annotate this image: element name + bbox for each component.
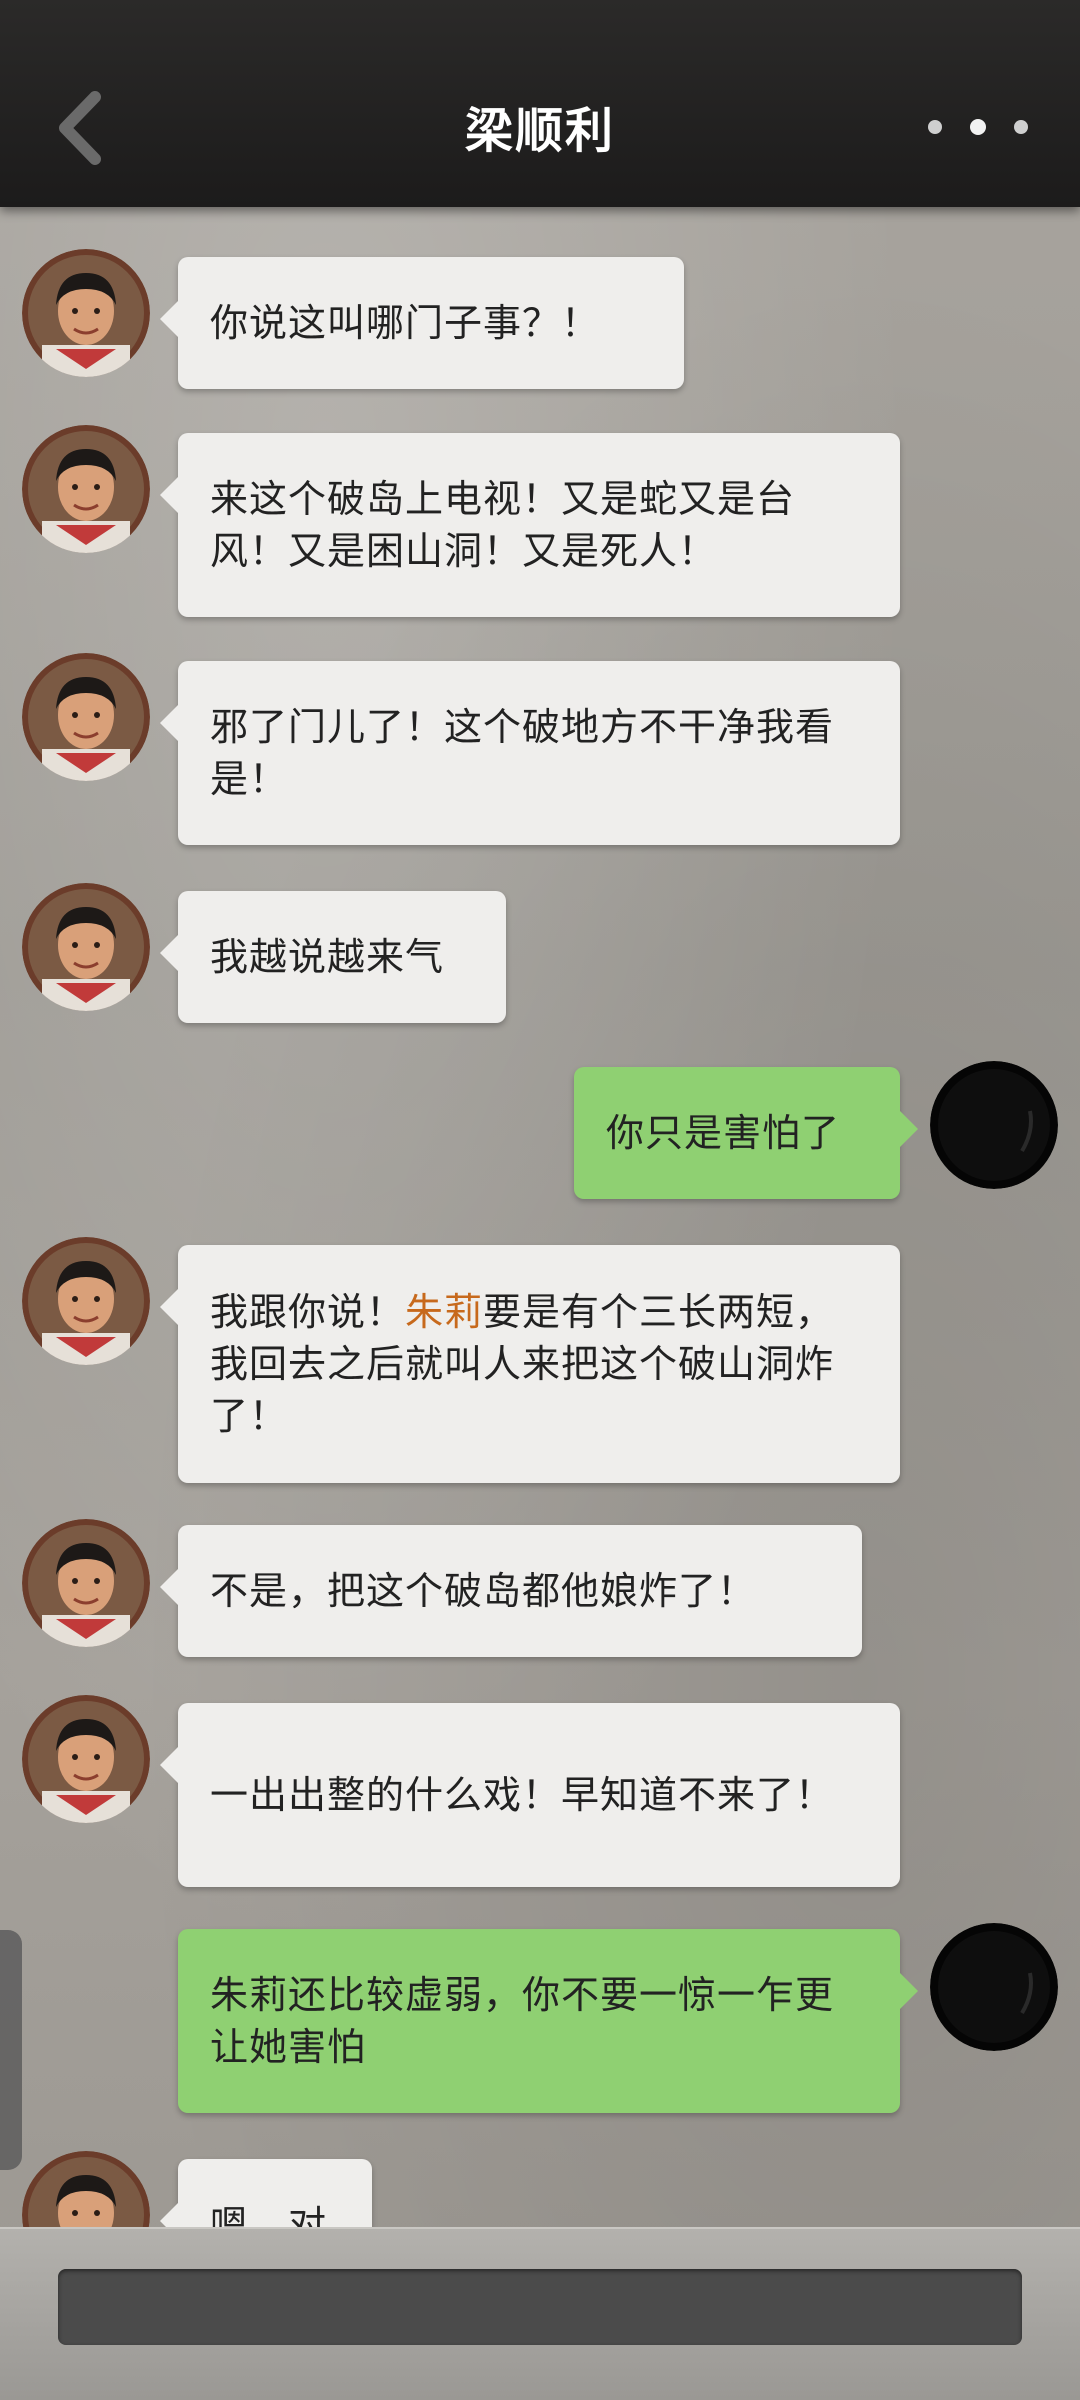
top-bar: 梁顺利 xyxy=(0,0,1080,207)
user-avatar[interactable] xyxy=(930,1923,1058,2051)
message-bubble-incoming[interactable]: 来这个破岛上电视！又是蛇又是台风！又是困山洞！又是死人！ xyxy=(160,433,900,617)
input-bar xyxy=(0,2227,1080,2400)
message-bubble-incoming[interactable]: 我越说越来气 xyxy=(160,891,506,1023)
chat-title: 梁顺利 xyxy=(464,103,615,159)
message-input[interactable] xyxy=(58,2269,1022,2345)
contact-avatar[interactable] xyxy=(22,1695,150,1823)
more-dots-icon xyxy=(928,120,942,134)
contact-avatar[interactable] xyxy=(22,653,150,781)
contact-avatar[interactable] xyxy=(22,249,150,377)
contact-avatar[interactable] xyxy=(22,1237,150,1365)
more-options-button[interactable] xyxy=(928,110,1028,144)
message-bubble-incoming[interactable]: 你说这叫哪门子事？！ xyxy=(160,257,684,389)
message-bubble-outgoing[interactable]: 你只是害怕了 xyxy=(574,1067,918,1199)
message-list[interactable]: 你说这叫哪门子事？！ 来这个破岛上电视！又是蛇又是台风！又是困山洞！又是死人！ … xyxy=(0,207,1080,2291)
message-bubble-incoming[interactable]: 我跟你说！朱莉要是有个三长两短，我回去之后就叫人来把这个破山洞炸了！ xyxy=(160,1245,900,1483)
contact-avatar[interactable] xyxy=(22,1519,150,1647)
message-bubble-incoming[interactable]: 不是，把这个破岛都他娘炸了！ xyxy=(160,1525,862,1657)
message-bubble-incoming[interactable]: 邪了门儿了！这个破地方不干净我看是！ xyxy=(160,661,900,845)
contact-avatar[interactable] xyxy=(22,425,150,553)
message-bubble-incoming[interactable]: 一出出整的什么戏！早知道不来了！ xyxy=(160,1703,900,1887)
highlighted-name: 朱莉 xyxy=(405,1290,484,1334)
message-bubble-outgoing[interactable]: 朱莉还比较虚弱，你不要一惊一乍更让她害怕 xyxy=(178,1929,918,2113)
side-drawer-handle[interactable] xyxy=(0,1930,22,2170)
contact-avatar[interactable] xyxy=(22,883,150,1011)
user-avatar[interactable] xyxy=(930,1061,1058,1189)
